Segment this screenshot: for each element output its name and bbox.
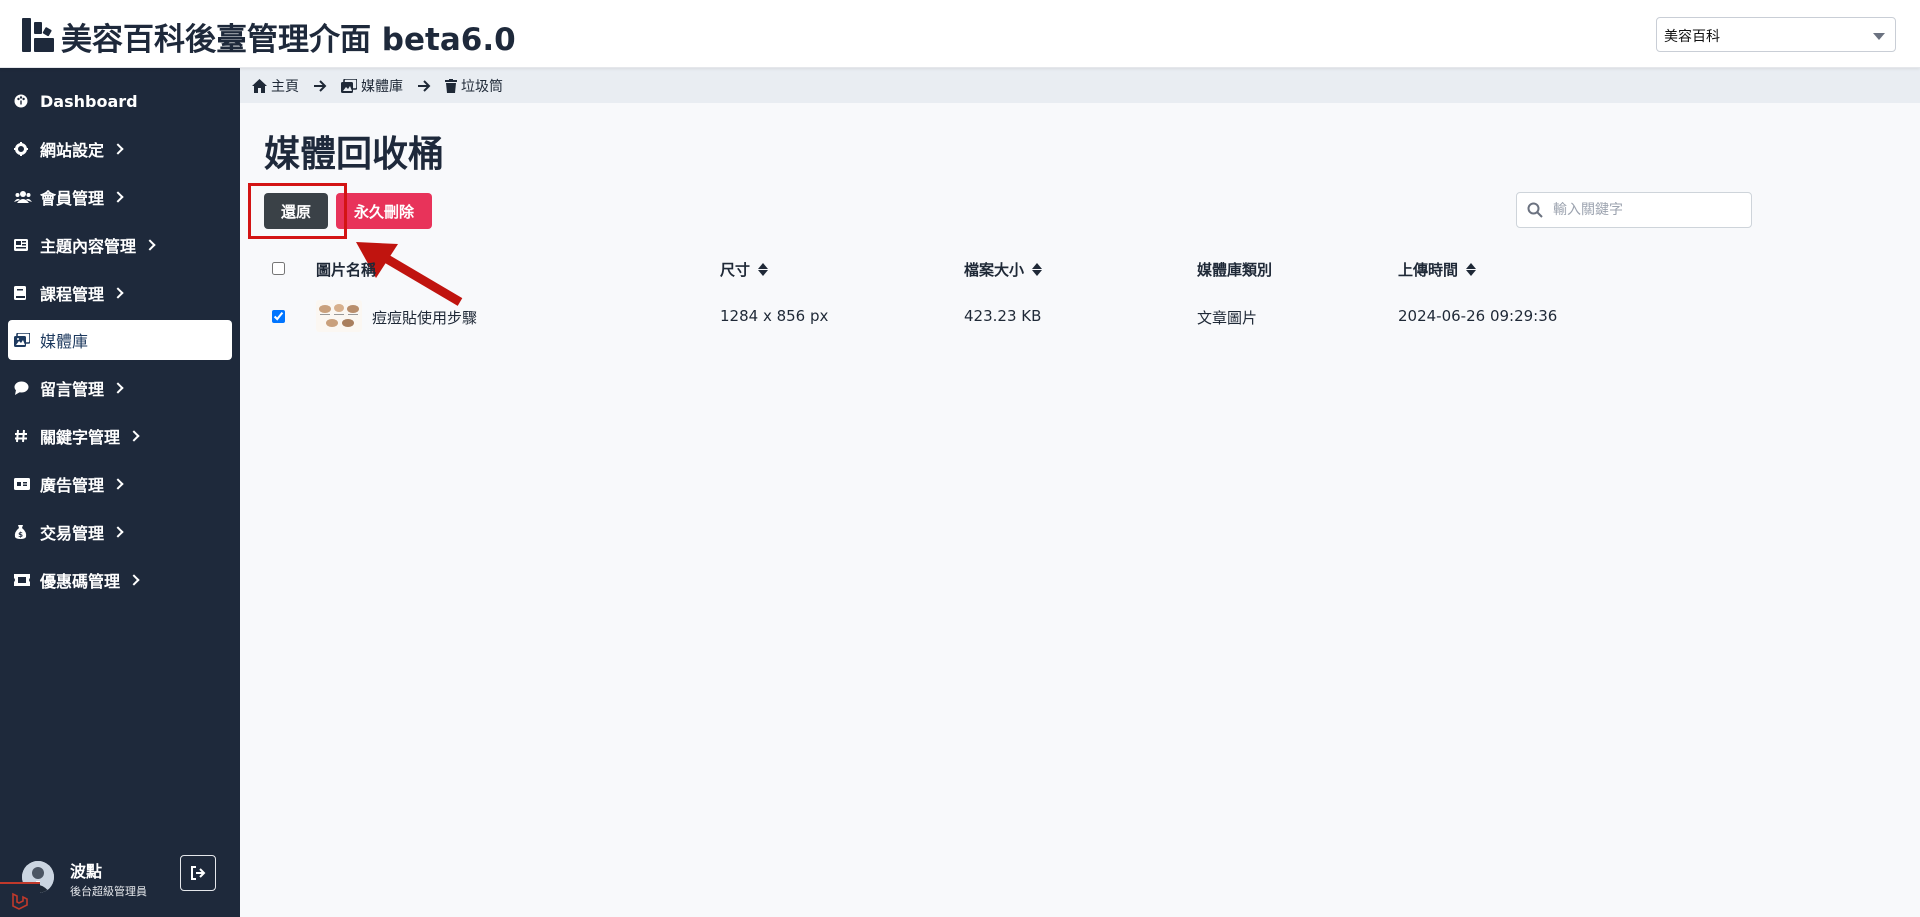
chevron-right-icon <box>112 526 124 538</box>
select-all-checkbox[interactable] <box>272 262 285 275</box>
ad-icon <box>14 478 40 490</box>
book-icon <box>14 286 40 300</box>
comment-icon <box>14 381 40 395</box>
sidebar-item-label: 留言管理 <box>40 380 105 399</box>
column-label: 圖片名稱 <box>316 261 377 279</box>
palette-icon <box>14 94 40 108</box>
chevron-right-icon <box>112 382 124 394</box>
column-label: 尺寸 <box>720 261 751 279</box>
money-bag-icon: $ <box>14 525 40 539</box>
layout-icon <box>14 238 40 252</box>
chevron-right-icon <box>112 143 124 155</box>
chevron-right-icon <box>144 239 156 251</box>
sidebar-item-dashboard[interactable]: Dashboard <box>8 81 232 121</box>
sort-icon[interactable] <box>1466 263 1477 276</box>
column-label: 檔案大小 <box>964 261 1025 279</box>
logout-icon <box>191 866 206 880</box>
sidebar-item-topic-content[interactable]: 主題內容管理 <box>8 225 232 265</box>
user-name: 波點 <box>70 862 103 881</box>
sidebar-item-label: Dashboard <box>40 91 138 111</box>
images-icon <box>341 78 357 93</box>
breadcrumb-label: 媒體庫 <box>361 78 403 95</box>
sidebar-item-members[interactable]: 會員管理 <box>8 177 232 217</box>
sidebar-item-comments[interactable]: 留言管理 <box>8 368 232 408</box>
column-header-name: 圖片名稱 <box>316 259 376 280</box>
chevron-right-icon <box>112 287 124 299</box>
search-box[interactable] <box>1516 192 1752 228</box>
column-label: 媒體庫類別 <box>1197 261 1273 279</box>
sidebar-item-label: 優惠碼管理 <box>40 572 121 591</box>
sidebar-item-label: 關鍵字管理 <box>40 428 121 447</box>
sidebar-item-transactions[interactable]: $ 交易管理 <box>8 512 232 552</box>
gear-icon <box>14 142 40 156</box>
sidebar-item-label: 交易管理 <box>40 524 105 543</box>
site-select[interactable]: 美容百科 <box>1656 17 1896 52</box>
permanent-delete-button[interactable]: 永久刪除 <box>336 193 432 229</box>
laravel-debug-badge[interactable] <box>0 882 40 917</box>
page-title: 媒體回收桶 <box>264 134 445 175</box>
sidebar: Dashboard 網站設定 會員管理 主題內容管理 課程管理 媒體庫 留言管理… <box>0 68 240 917</box>
column-header-uploaded[interactable]: 上傳時間 <box>1398 259 1477 280</box>
chevron-down-icon <box>1873 33 1885 40</box>
arrow-right-icon <box>417 79 431 92</box>
column-header-dimensions[interactable]: 尺寸 <box>720 259 769 280</box>
users-icon <box>14 190 40 204</box>
breadcrumb-label: 垃圾筒 <box>461 78 503 95</box>
cell-filesize: 423.23 KB <box>964 307 1042 325</box>
trash-icon <box>445 78 457 93</box>
cell-name: 痘痘貼使用步驟 <box>372 309 478 327</box>
sidebar-item-label: 廣告管理 <box>40 476 105 495</box>
sort-icon[interactable] <box>1032 263 1043 276</box>
site-select-value: 美容百科 <box>1664 29 1720 45</box>
chevron-right-icon <box>112 191 124 203</box>
search-input[interactable] <box>1553 202 1733 218</box>
chevron-right-icon <box>128 430 140 442</box>
breadcrumb-media-library[interactable]: 媒體庫 <box>341 76 403 96</box>
logout-button[interactable] <box>180 855 216 891</box>
laravel-icon <box>12 892 28 910</box>
search-icon <box>1527 202 1543 218</box>
column-label: 上傳時間 <box>1398 261 1459 279</box>
logo-icon <box>22 18 54 52</box>
row-checkbox[interactable] <box>272 310 285 323</box>
sidebar-item-label: 媒體庫 <box>40 332 89 351</box>
top-header: 美容百科後臺管理介面 beta6.0 美容百科 <box>0 0 1920 68</box>
chevron-right-icon <box>128 574 140 586</box>
sidebar-item-coupons[interactable]: 優惠碼管理 <box>8 560 232 600</box>
sidebar-item-keywords[interactable]: 關鍵字管理 <box>8 416 232 456</box>
images-icon <box>14 333 40 347</box>
chevron-right-icon <box>112 478 124 490</box>
sort-icon[interactable] <box>758 263 769 276</box>
ticket-icon <box>14 574 40 586</box>
svg-text:$: $ <box>18 531 23 539</box>
breadcrumb-label: 主頁 <box>271 78 299 95</box>
sidebar-item-courses[interactable]: 課程管理 <box>8 273 232 313</box>
sidebar-item-label: 主題內容管理 <box>40 237 137 256</box>
sidebar-item-ads[interactable]: 廣告管理 <box>8 464 232 504</box>
hashtag-icon <box>14 429 40 443</box>
sidebar-item-media-library[interactable]: 媒體庫 <box>8 320 232 360</box>
breadcrumb-trash: 垃圾筒 <box>445 76 503 96</box>
sidebar-item-site-settings[interactable]: 網站設定 <box>8 129 232 169</box>
sidebar-item-label: 網站設定 <box>40 141 105 160</box>
arrow-right-icon <box>313 79 327 92</box>
user-role: 後台超級管理員 <box>70 885 147 898</box>
sidebar-item-label: 會員管理 <box>40 189 105 208</box>
breadcrumb-home[interactable]: 主頁 <box>252 76 299 96</box>
app-title: 美容百科後臺管理介面 beta6.0 <box>61 22 516 58</box>
breadcrumb: 主頁 媒體庫 垃圾筒 <box>240 68 1920 103</box>
sidebar-item-label: 課程管理 <box>40 285 105 304</box>
media-thumbnail[interactable] <box>316 300 362 332</box>
cell-category: 文章圖片 <box>1197 309 1258 327</box>
annotation-highlight-box <box>248 183 347 239</box>
home-icon <box>252 78 267 93</box>
column-header-filesize[interactable]: 檔案大小 <box>964 259 1043 280</box>
cell-uploaded: 2024-06-26 09:29:36 <box>1398 307 1558 325</box>
column-header-category: 媒體庫類別 <box>1197 259 1272 280</box>
cell-dimensions: 1284 x 856 px <box>720 307 829 325</box>
